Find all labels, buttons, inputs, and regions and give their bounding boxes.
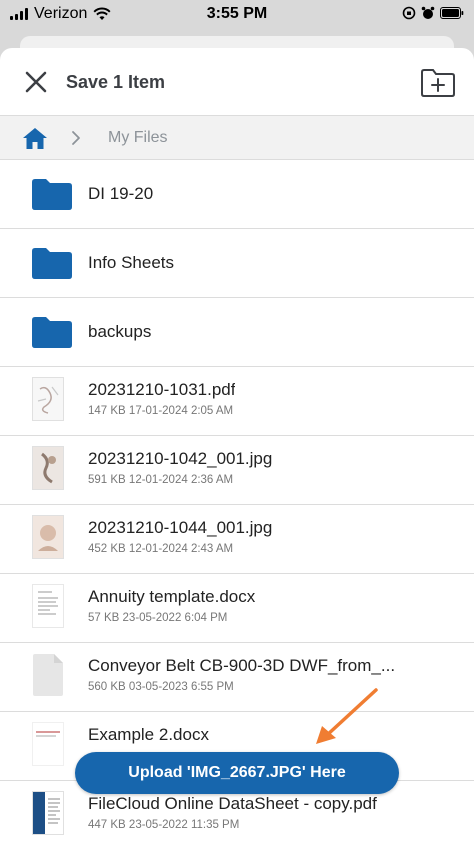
list-item[interactable]: Info Sheets	[0, 229, 474, 298]
item-meta: 147 KB 17-01-2024 2:05 AM	[88, 405, 234, 417]
item-meta: 591 KB 12-01-2024 2:36 AM	[88, 474, 234, 486]
item-meta: 452 KB 12-01-2024 2:43 AM	[88, 543, 234, 555]
item-name: Conveyor Belt CB-900-3D DWF_from_...	[88, 656, 396, 675]
item-name: 20231210-1042_001.jpg	[88, 449, 273, 468]
chevron-right-icon	[72, 131, 80, 145]
item-meta: 560 KB 03-05-2023 6:55 PM	[88, 681, 234, 693]
item-name: FileCloud Online DataSheet - copy.pdf	[88, 794, 377, 813]
orientation-lock-icon	[402, 6, 416, 20]
save-sheet: Save 1 Item My Files DI 19-20 Info Sheet…	[0, 48, 474, 843]
breadcrumb: My Files	[0, 116, 474, 160]
list-item[interactable]: 20231210-1031.pdf 147 KB 17-01-2024 2:05…	[0, 367, 474, 436]
item-meta: 57 KB 23-05-2022 6:04 PM	[88, 612, 228, 624]
alarm-icon	[421, 6, 435, 19]
item-meta: 447 KB 23-05-2022 11:35 PM	[88, 819, 240, 831]
generic-file-icon	[33, 654, 63, 696]
item-name: DI 19-20	[88, 184, 154, 203]
pdf-thumbnail-icon	[32, 377, 64, 421]
home-icon[interactable]	[22, 126, 48, 150]
item-name: Example 2.docx	[88, 725, 209, 744]
list-item[interactable]: Annuity template.docx 57 KB 23-05-2022 6…	[0, 574, 474, 643]
sheet-header: Save 1 Item	[0, 48, 474, 116]
status-right	[402, 6, 464, 20]
list-item[interactable]: 20231210-1044_001.jpg 452 KB 12-01-2024 …	[0, 505, 474, 574]
document-thumbnail-icon	[32, 584, 64, 628]
new-folder-icon[interactable]	[420, 68, 456, 98]
folder-icon	[32, 179, 72, 210]
pdf-thumbnail-icon	[32, 791, 64, 835]
list-item[interactable]: backups	[0, 298, 474, 367]
upload-here-button[interactable]: Upload 'IMG_2667.JPG' Here	[75, 752, 399, 794]
sheet-title: Save 1 Item	[66, 72, 166, 92]
document-thumbnail-icon	[32, 722, 64, 766]
breadcrumb-current: My Files	[108, 129, 168, 146]
status-bar: Verizon 3:55 PM	[0, 0, 474, 30]
list-item[interactable]: 20231210-1042_001.jpg 591 KB 12-01-2024 …	[0, 436, 474, 505]
file-list: DI 19-20 Info Sheets backups 20231210-10…	[0, 160, 474, 843]
item-name: Info Sheets	[88, 253, 175, 272]
close-icon[interactable]	[22, 68, 50, 96]
battery-icon	[440, 7, 464, 19]
item-name: Annuity template.docx	[88, 587, 256, 606]
list-item[interactable]: DI 19-20	[0, 160, 474, 229]
image-thumbnail-icon	[32, 446, 64, 490]
image-thumbnail-icon	[32, 515, 64, 559]
folder-icon	[32, 248, 72, 279]
item-name: 20231210-1044_001.jpg	[88, 518, 273, 537]
folder-icon	[32, 317, 72, 348]
list-item[interactable]: Conveyor Belt CB-900-3D DWF_from_... 560…	[0, 643, 474, 712]
item-name: backups	[88, 322, 152, 341]
item-name: 20231210-1031.pdf	[88, 380, 236, 399]
